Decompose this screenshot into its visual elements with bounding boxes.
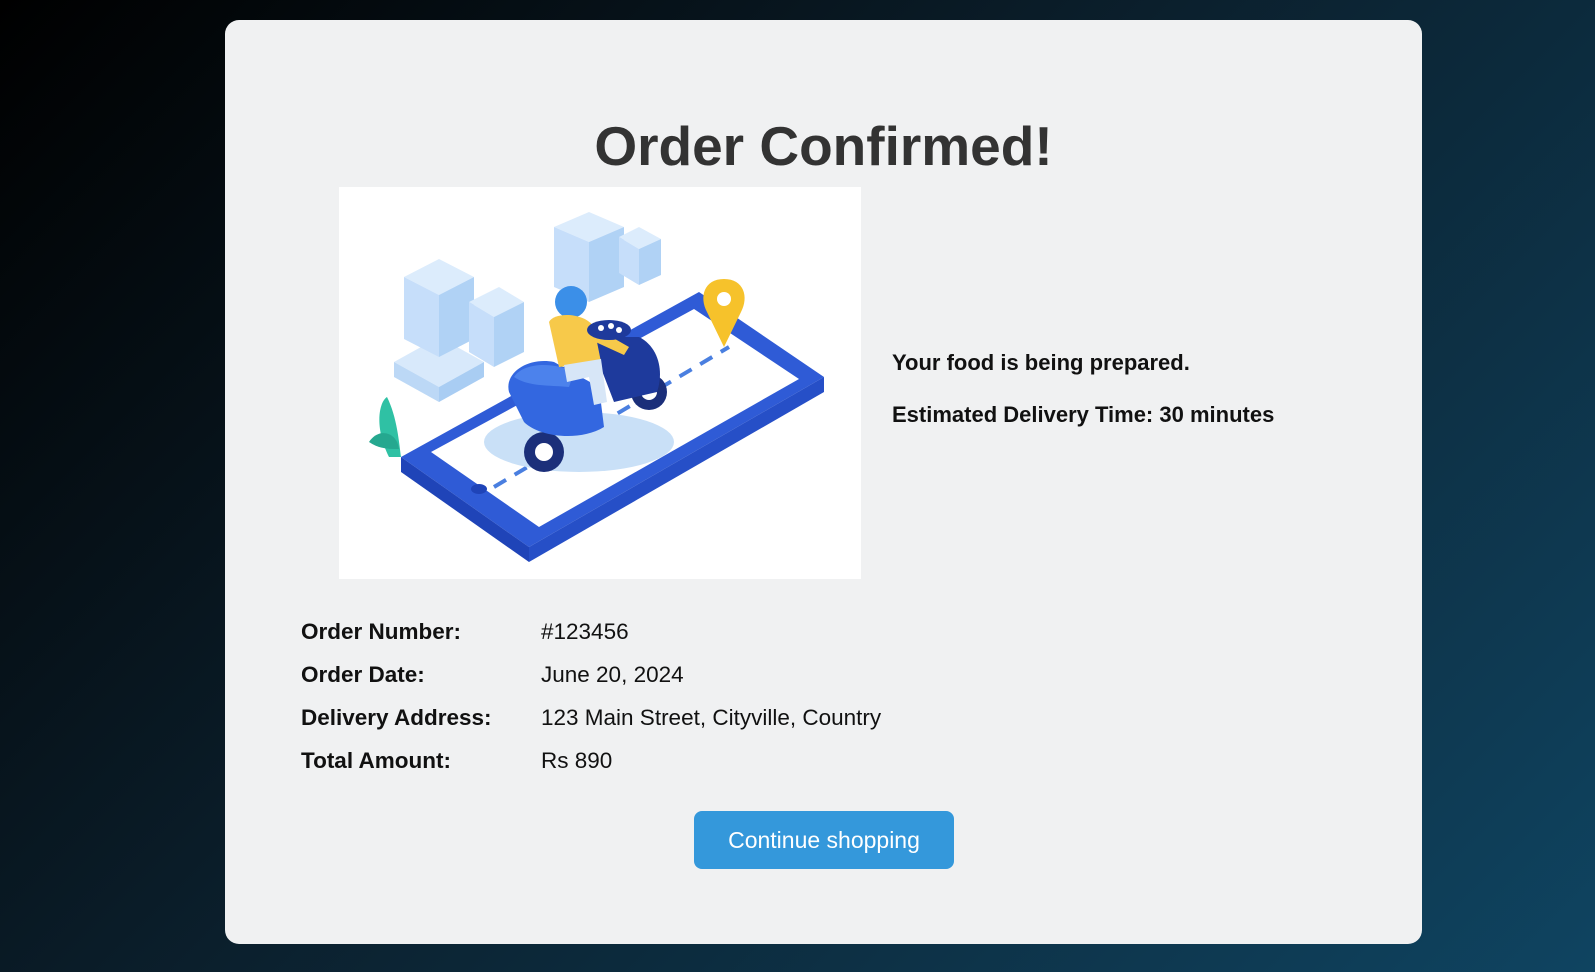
order-status: Your food is being prepared. Estimated D… bbox=[892, 350, 1274, 454]
detail-value: June 20, 2024 bbox=[541, 661, 684, 687]
delivery-scooter-illustration bbox=[369, 212, 824, 562]
detail-row-order-number: Order Number: #123456 bbox=[301, 610, 881, 653]
detail-row-total-amount: Total Amount: Rs 890 bbox=[301, 739, 881, 782]
page-title: Order Confirmed! bbox=[594, 115, 1053, 177]
continue-shopping-button[interactable]: Continue shopping bbox=[694, 811, 954, 869]
detail-label: Total Amount: bbox=[301, 747, 451, 773]
detail-value: 123 Main Street, Cityville, Country bbox=[541, 704, 882, 730]
plant-graphic bbox=[369, 397, 401, 457]
boxes-left-graphic bbox=[394, 259, 524, 402]
detail-value: #123456 bbox=[541, 618, 629, 644]
detail-row-delivery-address: Delivery Address: 123 Main Street, Cityv… bbox=[301, 696, 881, 739]
order-confirmation-card: Order Confirmed! Your food is being prep… bbox=[225, 20, 1422, 944]
detail-label: Delivery Address: bbox=[301, 704, 492, 730]
delivery-estimate: Estimated Delivery Time: 30 minutes bbox=[892, 402, 1275, 427]
detail-value: Rs 890 bbox=[541, 747, 613, 773]
delivery-illustration bbox=[339, 187, 861, 579]
detail-label: Order Date: bbox=[301, 661, 425, 687]
detail-label: Order Number: bbox=[301, 618, 462, 644]
detail-row-order-date: Order Date: June 20, 2024 bbox=[301, 653, 881, 696]
preparing-message: Your food is being prepared. bbox=[892, 350, 1190, 375]
order-details: Order Number: #123456 Order Date: June 2… bbox=[301, 610, 881, 782]
